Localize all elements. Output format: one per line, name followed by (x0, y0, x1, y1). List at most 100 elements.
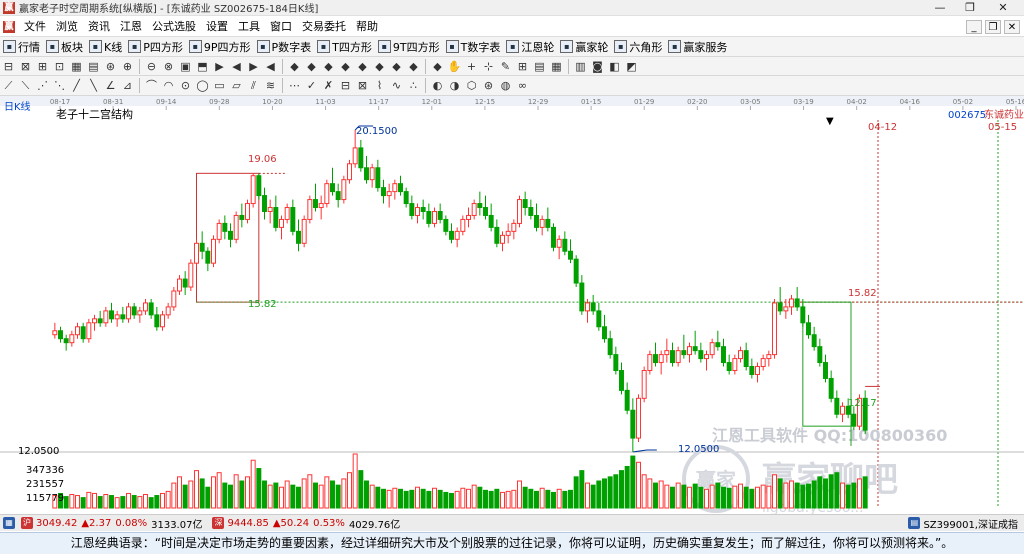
draw-tool-22-icon[interactable]: ∿ (389, 78, 404, 93)
chart-tool-34-icon[interactable]: ◧ (607, 59, 622, 74)
chart-tool-32-icon[interactable]: ▥ (573, 59, 588, 74)
draw-tool-14-icon[interactable]: ⫽ (246, 78, 261, 93)
chart-tool-11-icon[interactable]: ⬒ (195, 59, 210, 74)
mdi-minimize-button[interactable]: _ (966, 20, 982, 34)
menu-help[interactable]: 帮助 (351, 17, 383, 37)
toolbar-button-0[interactable]: ▪ 行情 (0, 38, 43, 56)
chart-tool-3-icon[interactable]: ⊡ (52, 59, 67, 74)
close-button[interactable]: ✕ (988, 0, 1018, 16)
chart-tool-31-icon[interactable]: ▦ (549, 59, 564, 74)
chart-tool-27-icon[interactable]: ⊹ (481, 59, 496, 74)
mdi-restore-button[interactable]: ❐ (985, 20, 1001, 34)
chart-tool-5-icon[interactable]: ▤ (86, 59, 101, 74)
chart-tool-35-icon[interactable]: ◩ (624, 59, 639, 74)
chart-tool-17-icon[interactable]: ◆ (304, 59, 319, 74)
chart-tool-25-icon[interactable]: ✋ (447, 59, 462, 74)
chart-tool-0-icon[interactable]: ⊟ (1, 59, 16, 74)
toolbar-button-3[interactable]: ▪ P四方形 (125, 38, 186, 56)
chart-tool-23-icon[interactable]: ◆ (406, 59, 421, 74)
chart-tool-22-icon[interactable]: ◆ (389, 59, 404, 74)
chart-tool-29-icon[interactable]: ⊞ (515, 59, 530, 74)
draw-tool-7-icon[interactable]: ⊿ (120, 78, 135, 93)
draw-tool-1-icon[interactable]: ⟍ (18, 78, 33, 93)
draw-tool-2-icon[interactable]: ⋰ (35, 78, 50, 93)
toolbar-button-10[interactable]: ▪ 赢家轮 (557, 38, 611, 56)
draw-tool-26-icon[interactable]: ⬡ (464, 78, 479, 93)
chart-tool-6-icon[interactable]: ⊛ (103, 59, 118, 74)
draw-tool-16-icon[interactable]: ⋯ (287, 78, 302, 93)
draw-tool-9-icon[interactable]: ◠ (161, 78, 176, 93)
draw-tool-27-icon[interactable]: ⊛ (481, 78, 496, 93)
draw-tool-20-icon[interactable]: ⊠ (355, 78, 370, 93)
toolbar-button-1[interactable]: ▪ 板块 (43, 38, 86, 56)
chart-tool-26-icon[interactable]: + (464, 59, 479, 74)
toolbar-button-12[interactable]: ▪ 赢家服务 (665, 38, 730, 56)
chart-tool-19-icon[interactable]: ◆ (338, 59, 353, 74)
chart-tool-16-icon[interactable]: ◆ (287, 59, 302, 74)
sz-index-pct: 0.53% (313, 517, 345, 529)
draw-tool-15-icon[interactable]: ≋ (263, 78, 278, 93)
chart-tool-10-icon[interactable]: ▣ (178, 59, 193, 74)
menu-gann[interactable]: 江恩 (115, 17, 147, 37)
draw-tool-21-icon[interactable]: ⌇ (372, 78, 387, 93)
chart-tool-7-icon[interactable]: ⊕ (120, 59, 135, 74)
draw-tool-0-icon[interactable]: ⟋ (1, 78, 16, 93)
chart-tool-13-icon[interactable]: ◀ (229, 59, 244, 74)
chart-tool-21-icon[interactable]: ◆ (372, 59, 387, 74)
chart-tool-4-icon[interactable]: ▦ (69, 59, 84, 74)
chart-tool-14-icon[interactable]: ▶ (246, 59, 261, 74)
draw-tool-24-icon[interactable]: ◐ (430, 78, 445, 93)
menu-info[interactable]: 资讯 (83, 17, 115, 37)
chart-tool-24-icon[interactable]: ◆ (430, 59, 445, 74)
menu-browse[interactable]: 浏览 (51, 17, 83, 37)
chart-tool-9-icon[interactable]: ⊗ (161, 59, 176, 74)
toolbar-button-4[interactable]: ▪ 9P四方形 (186, 38, 254, 56)
draw-tool-10-icon[interactable]: ⊙ (178, 78, 193, 93)
toolbar-button-9[interactable]: ▪ 江恩轮 (503, 38, 557, 56)
chart-tool-2-icon[interactable]: ⊞ (35, 59, 50, 74)
chart-tool-15-icon[interactable]: ◀ (263, 59, 278, 74)
mdi-close-button[interactable]: ✕ (1004, 20, 1020, 34)
chart-tool-33-icon[interactable]: ◙ (590, 59, 605, 74)
kline-chart[interactable]: 08-17 08-31 09-14 09-28 10-20 11-03 11-17 12-01… (0, 96, 1024, 514)
draw-tool-12-icon[interactable]: ▭ (212, 78, 227, 93)
chart-tool-28-icon[interactable]: ✎ (498, 59, 513, 74)
menu-tools[interactable]: 工具 (233, 17, 265, 37)
chart-tool-20-icon[interactable]: ◆ (355, 59, 370, 74)
draw-tool-29-icon[interactable]: ∞ (515, 78, 530, 93)
draw-tool-28-icon[interactable]: ◍ (498, 78, 513, 93)
draw-tool-13-icon[interactable]: ▱ (229, 78, 244, 93)
toolbar-button-8[interactable]: ▪ T数字表 (443, 38, 504, 56)
menu-file[interactable]: 文件 (19, 17, 51, 37)
menu-trade[interactable]: 交易委托 (297, 17, 351, 37)
toolbar-button-11[interactable]: ▪ 六角形 (611, 38, 665, 56)
draw-tool-4-icon[interactable]: ╱ (69, 78, 84, 93)
study-dropdown-icon[interactable]: ▼ (826, 116, 834, 127)
draw-tool-5-icon[interactable]: ╲ (86, 78, 101, 93)
menu-window[interactable]: 窗口 (265, 17, 297, 37)
toolbar-button-6[interactable]: ▪ T四方形 (314, 38, 375, 56)
toolbar-button-7[interactable]: ▪ 9T四方形 (375, 38, 443, 56)
menu-formula[interactable]: 公式选股 (147, 17, 201, 37)
minimize-button[interactable]: — (925, 0, 955, 16)
draw-tool-6-icon[interactable]: ∠ (103, 78, 118, 93)
draw-tool-3-icon[interactable]: ⋱ (52, 78, 67, 93)
draw-tool-18-icon[interactable]: ✗ (321, 78, 336, 93)
restore-button[interactable]: ❐ (955, 0, 985, 16)
chart-tool-30-icon[interactable]: ▤ (532, 59, 547, 74)
chart-tool-12-icon[interactable]: ▶ (212, 59, 227, 74)
volume-bar (120, 496, 126, 509)
toolbar-button-2[interactable]: ▪ K线 (86, 38, 125, 56)
toolbar-button-5[interactable]: ▪ P数字表 (254, 38, 315, 56)
draw-tool-23-icon[interactable]: ∴ (406, 78, 421, 93)
chart-tool-8-icon[interactable]: ⊖ (144, 59, 159, 74)
draw-tool-17-icon[interactable]: ✓ (304, 78, 319, 93)
chart-tool-1-icon[interactable]: ⊠ (18, 59, 33, 74)
status-menu-icon[interactable]: ▦ (3, 517, 15, 529)
draw-tool-19-icon[interactable]: ⊟ (338, 78, 353, 93)
chart-tool-18-icon[interactable]: ◆ (321, 59, 336, 74)
draw-tool-25-icon[interactable]: ◑ (447, 78, 462, 93)
draw-tool-8-icon[interactable]: ⌒ (144, 78, 159, 93)
draw-tool-11-icon[interactable]: ◯ (195, 78, 210, 93)
menu-settings[interactable]: 设置 (201, 17, 233, 37)
